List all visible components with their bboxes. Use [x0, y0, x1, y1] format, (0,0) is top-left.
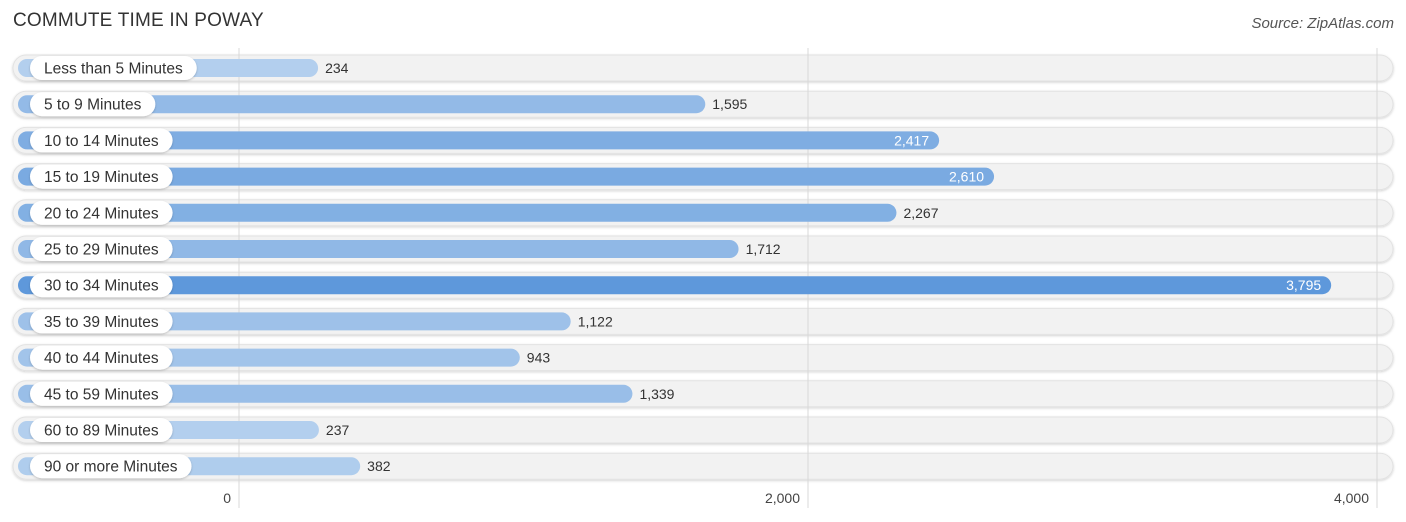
value-label: 3,795	[1286, 277, 1321, 293]
value-label: 2,417	[894, 132, 929, 148]
category-label: Less than 5 Minutes	[44, 61, 183, 78]
x-tick-label: 2,000	[765, 490, 800, 506]
category-label: 35 to 39 Minutes	[44, 314, 159, 331]
value-label: 1,122	[578, 313, 613, 329]
category-label: 60 to 89 Minutes	[44, 423, 159, 440]
category-label: 15 to 19 Minutes	[44, 169, 159, 186]
value-label: 2,610	[949, 169, 984, 185]
bar-chart: Less than 5 Minutes 234 5 to 9 Minutes 1,59…	[12, 48, 1394, 508]
category-label: 5 to 9 Minutes	[44, 97, 142, 114]
category-label: 30 to 34 Minutes	[44, 278, 159, 295]
value-label: 1,595	[712, 96, 747, 112]
category-label: 10 to 14 Minutes	[44, 133, 159, 150]
category-label: 20 to 24 Minutes	[44, 205, 159, 222]
value-label: 237	[326, 422, 350, 438]
bar[interactable]	[18, 276, 1332, 295]
category-label: 25 to 29 Minutes	[44, 242, 159, 259]
value-label: 1,712	[746, 241, 781, 257]
x-tick-label: 0	[223, 490, 231, 506]
value-label: 382	[367, 458, 391, 474]
category-label: 45 to 59 Minutes	[44, 386, 159, 403]
x-tick-label: 4,000	[1334, 490, 1369, 506]
value-label: 234	[325, 60, 349, 76]
value-label: 2,267	[903, 205, 938, 221]
category-label: 40 to 44 Minutes	[44, 350, 159, 367]
category-label: 90 or more Minutes	[44, 459, 178, 476]
value-label: 943	[527, 350, 551, 366]
value-label: 1,339	[639, 386, 674, 402]
